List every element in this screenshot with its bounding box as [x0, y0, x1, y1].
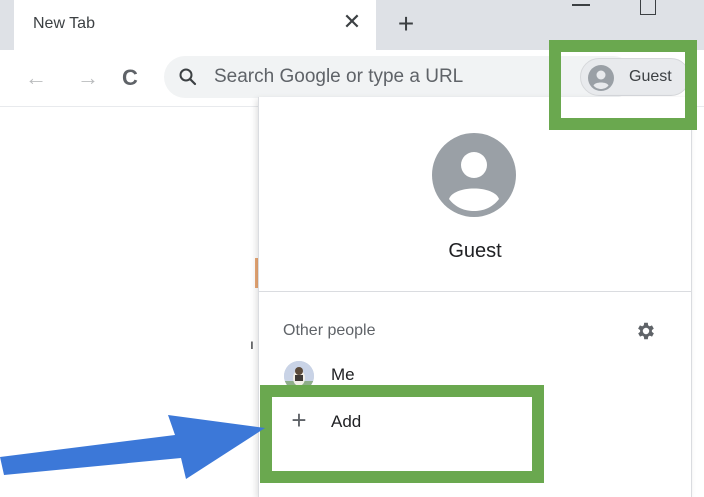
- section-label: Other people: [283, 322, 376, 339]
- plus-icon: +: [397, 8, 415, 39]
- gear-icon[interactable]: [635, 320, 657, 342]
- new-tab-button[interactable]: +: [390, 8, 422, 40]
- current-profile-name: Guest: [448, 240, 502, 262]
- guest-avatar-icon: [432, 133, 516, 217]
- page-fragment-text: ı: [250, 336, 254, 352]
- tab-new-tab[interactable]: New Tab ✕: [14, 0, 376, 50]
- tab-title: New Tab: [33, 15, 95, 32]
- minimize-icon[interactable]: [572, 4, 590, 6]
- omnibox-placeholder: Search Google or type a URL: [214, 66, 464, 87]
- highlight-box-profile: [549, 40, 697, 130]
- annotation-arrow: [0, 415, 265, 479]
- divider: [259, 291, 691, 292]
- close-icon[interactable]: ✕: [337, 7, 367, 37]
- maximize-icon[interactable]: [640, 0, 656, 15]
- reload-icon[interactable]: C: [114, 62, 146, 94]
- search-icon: [179, 68, 197, 86]
- highlight-box-add: [260, 385, 544, 483]
- person-name: Me: [331, 365, 355, 384]
- back-arrow-icon[interactable]: ←: [20, 62, 52, 94]
- forward-arrow-icon[interactable]: →: [72, 62, 104, 94]
